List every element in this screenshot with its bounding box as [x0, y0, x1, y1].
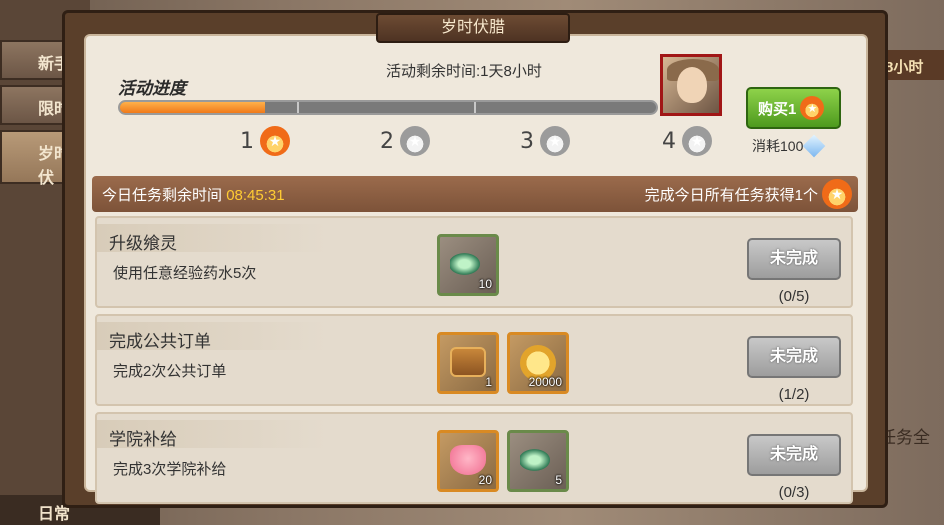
flame-icon: ★ — [682, 126, 712, 156]
milestone-number: 1 — [240, 128, 254, 154]
bar-separator — [473, 102, 476, 113]
milestone-3[interactable]: 3 ★ — [520, 126, 570, 156]
task-status-button[interactable]: 未完成 — [747, 238, 841, 280]
milestone-4[interactable]: 4 ★ — [662, 126, 712, 156]
task-description: 使用任意经验药水5次 — [113, 265, 257, 282]
gem-icon — [803, 134, 826, 158]
portrait-face — [677, 67, 707, 103]
reward-item[interactable]: 1 — [437, 332, 499, 394]
milestone-number: 4 — [662, 128, 676, 154]
task-card: 学院补给 完成3次学院补给 20 5 未完成 (0/3) — [95, 412, 853, 504]
task-card: 完成公共订单 完成2次公共订单 1 20000 未完成 (1/2) — [95, 314, 853, 406]
leaf-icon — [450, 249, 486, 279]
daily-time-label: 今日任务剩余时间 — [102, 187, 223, 204]
remaining-time: 活动剩余时间:1天8小时 — [386, 63, 542, 80]
reward-item[interactable]: 10 — [437, 234, 499, 296]
buy-cost: 消耗100 — [752, 134, 826, 158]
task-progress: (1/2) — [778, 386, 810, 403]
reward-count: 20 — [478, 473, 492, 487]
event-progress-bar — [118, 100, 658, 115]
task-title: 升级飨灵 — [97, 224, 327, 253]
daily-reward-label: 完成今日所有任务获得1个 — [644, 187, 818, 204]
flame-icon: ★ — [260, 126, 290, 156]
milestone-2[interactable]: 2 ★ — [380, 126, 430, 156]
flame-icon: ★ — [400, 126, 430, 156]
buy-label: 购买1 — [758, 100, 797, 118]
milestone-number: 3 — [520, 128, 534, 154]
task-description: 完成2次公共订单 — [113, 363, 227, 380]
progress-bar-fill — [120, 102, 265, 113]
buy-button[interactable]: 购买1 ★ — [746, 87, 841, 129]
flame-icon: ★ — [822, 179, 852, 209]
task-title: 学院补给 — [97, 420, 327, 449]
task-progress: (0/5) — [778, 288, 810, 305]
daily-time-value: 08:45:31 — [226, 187, 285, 204]
reward-count: 1 — [485, 375, 492, 389]
cost-label: 消耗100 — [752, 138, 804, 154]
task-progress: (0/3) — [778, 484, 810, 501]
bar-separator — [296, 102, 299, 113]
reward-item[interactable]: 5 — [507, 430, 569, 492]
daily-time-row: 今日任务剩余时间 08:45:31 — [102, 184, 285, 205]
dialog-title: 岁时伏腊 — [376, 13, 570, 43]
flame-icon: ★ — [800, 96, 825, 120]
chest-icon — [450, 347, 486, 377]
reward-count: 20000 — [528, 375, 562, 389]
reward-item[interactable]: 20 — [437, 430, 499, 492]
character-portrait[interactable] — [660, 54, 722, 116]
milestone-1[interactable]: 1 ★ — [240, 126, 290, 156]
task-description: 完成3次学院补给 — [113, 461, 227, 478]
daily-task-header: 今日任务剩余时间 08:45:31 完成今日所有任务获得1个 ★ — [92, 176, 858, 212]
reward-item[interactable]: 20000 — [507, 332, 569, 394]
task-status-button[interactable]: 未完成 — [747, 434, 841, 476]
progress-label: 活动进度 — [118, 79, 186, 98]
milestone-number: 2 — [380, 128, 394, 154]
flame-icon: ★ — [540, 126, 570, 156]
task-card: 升级飨灵 使用任意经验药水5次 10 未完成 (0/5) — [95, 216, 853, 308]
heart-icon — [450, 445, 486, 475]
leaf-icon — [520, 445, 556, 475]
reward-count: 10 — [478, 277, 492, 291]
task-title: 完成公共订单 — [97, 322, 327, 351]
task-status-button[interactable]: 未完成 — [747, 336, 841, 378]
reward-count: 5 — [555, 473, 562, 487]
